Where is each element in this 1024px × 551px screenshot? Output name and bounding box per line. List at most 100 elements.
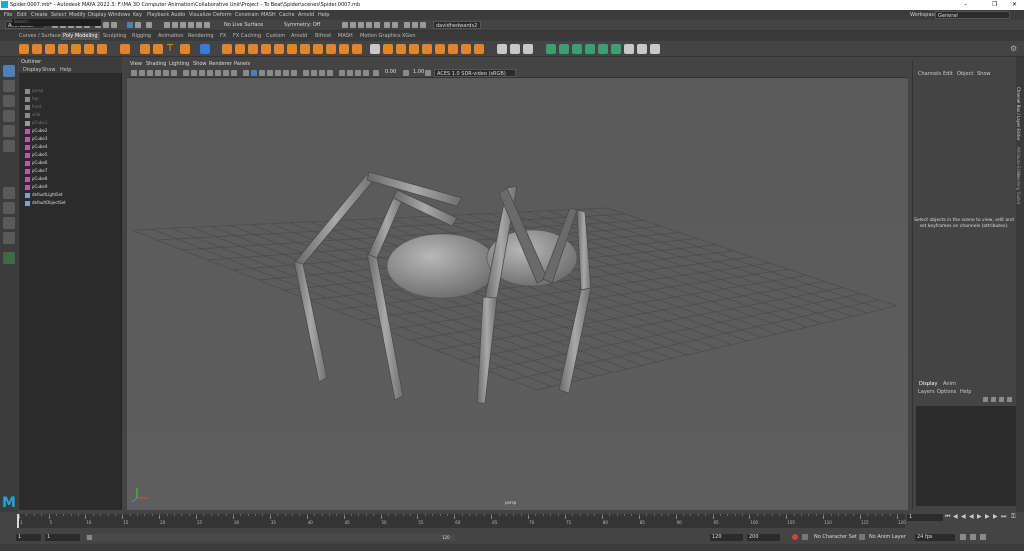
hypershade-icon[interactable] bbox=[374, 22, 380, 28]
sweep-mesh-icon[interactable] bbox=[153, 44, 163, 54]
use-all-lights-icon[interactable] bbox=[283, 70, 289, 76]
auto-key-icon[interactable] bbox=[792, 534, 798, 540]
layer-list[interactable] bbox=[916, 406, 1016, 506]
viewport-menu-panels[interactable]: Panels bbox=[234, 61, 250, 67]
move-layer-up-icon[interactable] bbox=[983, 397, 988, 402]
audio-icon[interactable] bbox=[970, 534, 976, 540]
select-mask-icon[interactable] bbox=[135, 22, 141, 28]
outliner-item[interactable]: persp bbox=[25, 88, 43, 95]
fps-dropdown[interactable]: 24 fps bbox=[915, 534, 955, 541]
reduce-icon[interactable] bbox=[287, 44, 297, 54]
anim-end-field[interactable]: 200 bbox=[747, 534, 780, 541]
uv-auto-icon[interactable] bbox=[559, 44, 569, 54]
render-frame-icon[interactable] bbox=[350, 22, 356, 28]
insert-edge-loop-icon[interactable] bbox=[435, 44, 445, 54]
menu-windows[interactable]: Windows bbox=[108, 12, 130, 18]
outliner-item[interactable]: pCube4 bbox=[25, 144, 47, 151]
menu-help[interactable]: Help bbox=[318, 12, 329, 18]
move-tool-icon[interactable] bbox=[3, 110, 15, 122]
outliner-item[interactable]: pCube3 bbox=[25, 136, 47, 143]
safe-action-icon[interactable] bbox=[223, 70, 229, 76]
uv-checker-icon[interactable] bbox=[637, 44, 647, 54]
outliner-item[interactable]: pCube6 bbox=[25, 160, 47, 167]
menu-deform[interactable]: Deform bbox=[213, 12, 232, 18]
layer-menu-options[interactable]: Options bbox=[937, 389, 956, 395]
connect-icon[interactable] bbox=[474, 44, 484, 54]
uv-editor-icon[interactable] bbox=[200, 44, 210, 54]
outliner-menu-show[interactable]: Show bbox=[42, 67, 56, 73]
menu-modify[interactable]: Modify bbox=[69, 12, 86, 18]
shelf-tab-arnold[interactable]: Arnold bbox=[291, 33, 307, 39]
workspace-dropdown[interactable]: General bbox=[935, 11, 1010, 19]
render-settings-icon[interactable] bbox=[366, 22, 372, 28]
mirror-icon[interactable] bbox=[248, 44, 258, 54]
key-icon[interactable]: ⚿ bbox=[1011, 514, 1017, 520]
uv-unfold-icon[interactable] bbox=[611, 44, 621, 54]
arnold-pause-icon[interactable] bbox=[392, 22, 398, 28]
rotate-tool-icon[interactable] bbox=[3, 125, 15, 137]
film-gate-icon[interactable] bbox=[191, 70, 197, 76]
viewport-menu-view[interactable]: View bbox=[130, 61, 142, 67]
menu-display[interactable]: Display bbox=[88, 12, 106, 18]
exposure-field[interactable]: 0.00 bbox=[385, 69, 396, 75]
motion-blur-icon[interactable] bbox=[311, 70, 317, 76]
image-plane-icon[interactable] bbox=[155, 70, 161, 76]
uv-planar-icon[interactable] bbox=[546, 44, 556, 54]
character-icon[interactable] bbox=[412, 22, 418, 28]
menu-audio[interactable]: Audio bbox=[171, 12, 185, 18]
step-forward-frame-icon[interactable]: ▶ bbox=[985, 514, 991, 520]
outliner-item[interactable]: defaultObjectSet bbox=[25, 200, 66, 207]
xray-joints-icon[interactable] bbox=[363, 70, 369, 76]
menu-arnold[interactable]: Arnold bbox=[298, 12, 314, 18]
single-perspective-layout-icon[interactable] bbox=[3, 187, 15, 199]
depth-of-field-icon[interactable] bbox=[327, 70, 333, 76]
uv-sew-icon[interactable] bbox=[598, 44, 608, 54]
retopologize-icon[interactable] bbox=[313, 44, 323, 54]
layer-tab-display[interactable]: Display bbox=[919, 381, 937, 387]
multi-cut-icon[interactable] bbox=[422, 44, 432, 54]
animation-prefs-icon[interactable] bbox=[980, 534, 986, 540]
outliner-item[interactable]: side bbox=[25, 112, 40, 119]
screen-space-ao-icon[interactable] bbox=[303, 70, 309, 76]
outliner-item[interactable]: pCube5 bbox=[25, 152, 47, 159]
grease-pencil-icon[interactable] bbox=[171, 70, 177, 76]
smooth-brush-icon[interactable] bbox=[523, 44, 533, 54]
menu-visualize[interactable]: Visualize bbox=[189, 12, 211, 18]
anim-layer-dropdown[interactable]: No Anim Layer bbox=[867, 534, 912, 541]
shelf-tab-mash[interactable]: MASH bbox=[338, 33, 353, 39]
symmetry-dropdown[interactable]: Symmetry: Off bbox=[282, 21, 320, 29]
new-layer-icon[interactable] bbox=[999, 397, 1004, 402]
uv-layout-icon[interactable] bbox=[624, 44, 634, 54]
user-account-dropdown[interactable]: davidhedwards2 bbox=[433, 21, 481, 29]
select-component-icon[interactable] bbox=[111, 22, 117, 28]
outliner-menu-help[interactable]: Help bbox=[60, 67, 71, 73]
channel-show-menu[interactable]: Show bbox=[977, 71, 991, 77]
anti-aliasing-icon[interactable] bbox=[319, 70, 325, 76]
channel-edit-menu[interactable]: Edit bbox=[943, 71, 953, 77]
play-back-icon[interactable]: ◀ bbox=[969, 514, 975, 520]
arnold-render-icon[interactable] bbox=[384, 22, 390, 28]
live-surface-field[interactable]: No Live Surface bbox=[222, 21, 267, 29]
poly-cone-icon[interactable] bbox=[58, 44, 68, 54]
shelf-tab-animation[interactable]: Animation bbox=[158, 33, 184, 39]
outliner-item[interactable]: pCube2 bbox=[25, 128, 47, 135]
character-set-dropdown[interactable]: No Character Set bbox=[812, 534, 857, 541]
gate-mask-icon[interactable] bbox=[207, 70, 213, 76]
lasso-icon[interactable] bbox=[146, 22, 152, 28]
poly-torus-icon[interactable] bbox=[71, 44, 81, 54]
snap-grid-icon[interactable] bbox=[164, 22, 170, 28]
outliner-item[interactable]: pCube7 bbox=[25, 168, 47, 175]
shelf-tab-sculpting[interactable]: Sculpting bbox=[103, 33, 126, 39]
side-by-side-layout-icon[interactable] bbox=[3, 217, 15, 229]
append-polygon-icon[interactable] bbox=[409, 44, 419, 54]
menu-constrain[interactable]: Constrain bbox=[235, 12, 259, 18]
step-back-frame-icon[interactable]: ◀ bbox=[961, 514, 967, 520]
combine-icon[interactable] bbox=[222, 44, 232, 54]
paint-select-tool-icon[interactable] bbox=[3, 95, 15, 107]
shelf-tab-curves-surfaces[interactable]: Curves / Surfaces bbox=[19, 33, 63, 39]
minimize-icon[interactable]: – bbox=[964, 1, 967, 8]
poly-cube-icon[interactable] bbox=[32, 44, 42, 54]
poly-svg-icon[interactable] bbox=[180, 44, 190, 54]
shelf-tab-rendering[interactable]: Rendering bbox=[188, 33, 214, 39]
snap-surface-icon[interactable] bbox=[204, 22, 210, 28]
